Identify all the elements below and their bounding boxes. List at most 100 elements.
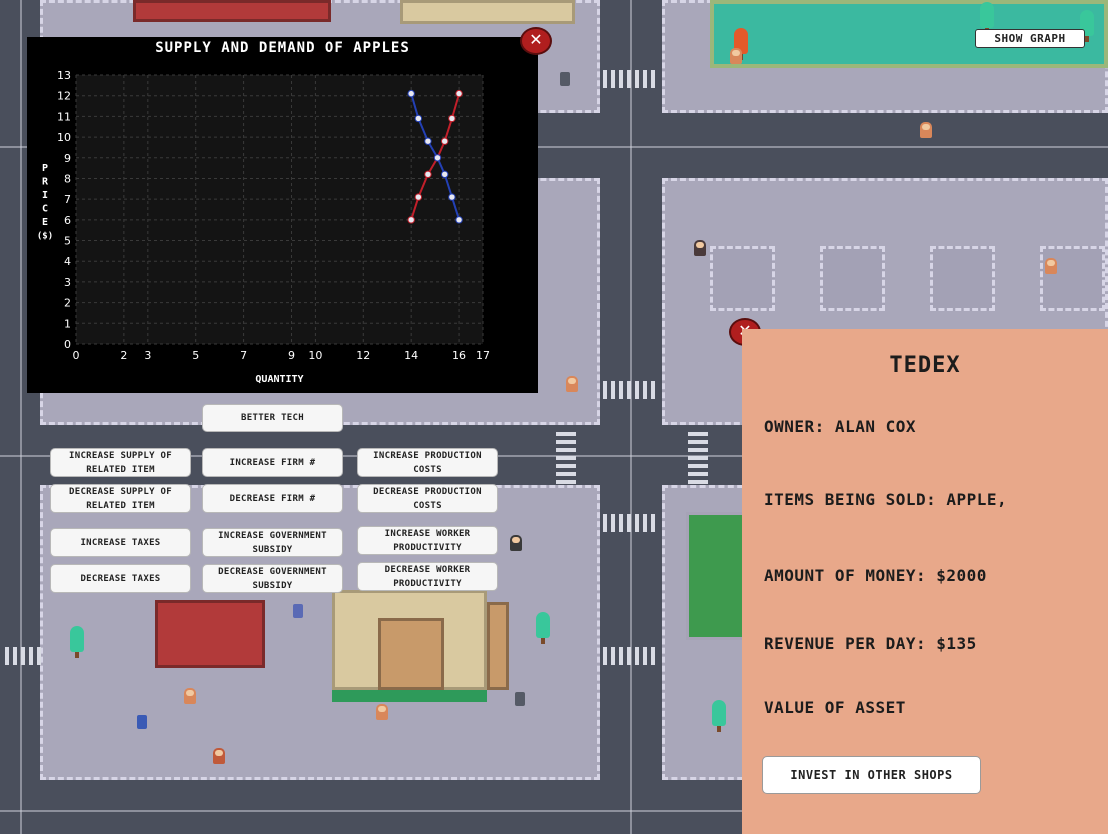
series-point-0 [424,170,432,179]
series-point-1 [433,154,442,162]
increase-supply-related-button[interactable]: INCREASE SUPPLY OF RELATED ITEM [50,448,191,477]
crosswalk [603,70,659,88]
plaza-square [710,246,775,311]
supply-demand-chart: 0123456789101112130 2 3 5 7 9 10 12 14 16 17QUANTI… [37,69,490,385]
building [400,0,575,24]
series-point-0 [414,193,423,201]
y-tick-label: 5 [64,235,71,248]
y-tick-label: 8 [64,172,71,185]
y-axis-label-letter: C [42,204,48,215]
increase-worker-productivity-button[interactable]: INCREASE WORKER PRODUCTIVITY [357,526,498,555]
tree-icon [980,2,994,34]
shop-money: AMOUNT OF MONEY: $2000 [764,566,987,585]
plaza-square [1040,246,1105,311]
npc-character[interactable] [1045,258,1057,274]
shop-owner: OWNER: ALAN COX [764,417,916,436]
npc-character[interactable] [376,704,388,720]
y-tick-label: 13 [57,69,71,82]
decrease-taxes-button[interactable]: DECREASE TAXES [50,564,191,593]
crosswalk [688,428,708,484]
crosswalk [556,428,576,484]
y-tick-label: 6 [64,214,71,227]
x-tick-label: 9 [288,349,295,362]
supply-demand-chart-panel: SUPPLY AND DEMAND OF APPLES 0 1 2 3 4 5 6 7 8 9 10… [27,37,538,393]
x-tick-label: 12 [356,349,370,362]
y-tick-label: 12 [57,90,71,103]
y-tick-label: 7 [64,193,71,206]
x-tick-label: 2 [120,349,127,362]
tree-icon [712,700,726,732]
npc-character[interactable] [694,240,706,256]
x-tick-label: 3 [144,349,151,362]
npc-character[interactable] [510,535,522,551]
plaza-square [930,246,995,311]
mailbox-icon [137,715,147,729]
series-point-0 [407,216,415,224]
x-axis-label: QUANTITY [255,374,303,385]
building [133,0,331,22]
shop-info-panel: TEDEX OWNER: ALAN COX ITEMS BEING SOLD: … [742,329,1108,834]
decrease-subsidy-button[interactable]: DECREASE GOVERNMENT SUBSIDY [202,564,343,593]
decrease-supply-related-button[interactable]: DECREASE SUPPLY OF RELATED ITEM [50,484,191,513]
y-tick-label: 9 [64,152,71,165]
building [487,602,509,690]
x-tick-label: 14 [404,349,418,362]
y-tick-label: 0 [64,338,71,351]
grass-lot [686,512,746,640]
show-graph-button[interactable]: SHOW GRAPH [975,29,1085,48]
increase-taxes-button[interactable]: INCREASE TAXES [50,528,191,557]
series-point-1 [407,89,415,98]
x-tick-label: 5 [192,349,199,362]
series-point-1 [455,216,463,224]
y-tick-label: 4 [64,255,71,268]
series-point-0 [440,137,449,145]
y-axis-label-letter: E [42,217,48,228]
npc-character[interactable] [730,48,742,64]
x-tick-label: 17 [476,349,490,362]
y-tick-label: 11 [57,110,71,123]
series-point-0 [448,114,456,123]
y-axis-label-letter: I [42,190,48,201]
building [155,600,265,668]
npc-character[interactable] [184,688,196,704]
crosswalk [603,514,659,532]
x-tick-label: 7 [240,349,247,362]
x-tick-label: 10 [308,349,322,362]
invest-button[interactable]: INVEST IN OTHER SHOPS [762,756,981,794]
y-tick-label: 10 [57,131,71,144]
shop-name: TEDEX [889,353,961,378]
close-x-icon: ✕ [529,30,543,49]
tree-icon [536,612,550,644]
shop-items: ITEMS BEING SOLD: APPLE, [764,490,1008,509]
increase-subsidy-button[interactable]: INCREASE GOVERNMENT SUBSIDY [202,528,343,557]
crosswalk [603,647,659,665]
y-tick-label: 3 [64,276,71,289]
series-point-1 [448,193,456,201]
plot-area [76,75,483,344]
x-tick-label: 16 [452,349,466,362]
shop-asset-value: VALUE OF ASSET [764,698,906,717]
decrease-firm-button[interactable]: DECREASE FIRM # [202,484,343,513]
y-tick-label: 1 [64,317,71,330]
npc-character[interactable] [213,748,225,764]
y-axis-label-letter: R [42,177,49,188]
better-tech-button[interactable]: BETTER TECH [202,404,343,432]
y-tick-label: 2 [64,297,71,310]
series-point-0 [455,89,463,98]
crosswalk [603,381,659,399]
crosswalk [5,647,41,665]
npc-character[interactable] [920,122,932,138]
decrease-production-costs-button[interactable]: DECREASE PRODUCTION COSTS [357,484,498,513]
tree-icon [70,626,84,658]
y-axis-label-unit: ($) [37,232,53,242]
npc-character[interactable] [566,376,578,392]
decrease-worker-productivity-button[interactable]: DECREASE WORKER PRODUCTIVITY [357,562,498,591]
series-point-1 [414,114,423,123]
trash-bin-icon [560,72,570,86]
building [378,618,444,690]
x-tick-label: 0 [73,349,80,362]
increase-firm-button[interactable]: INCREASE FIRM # [202,448,343,477]
close-chart-button[interactable]: ✕ [520,27,552,55]
increase-production-costs-button[interactable]: INCREASE PRODUCTION COSTS [357,448,498,477]
series-point-1 [440,170,449,179]
